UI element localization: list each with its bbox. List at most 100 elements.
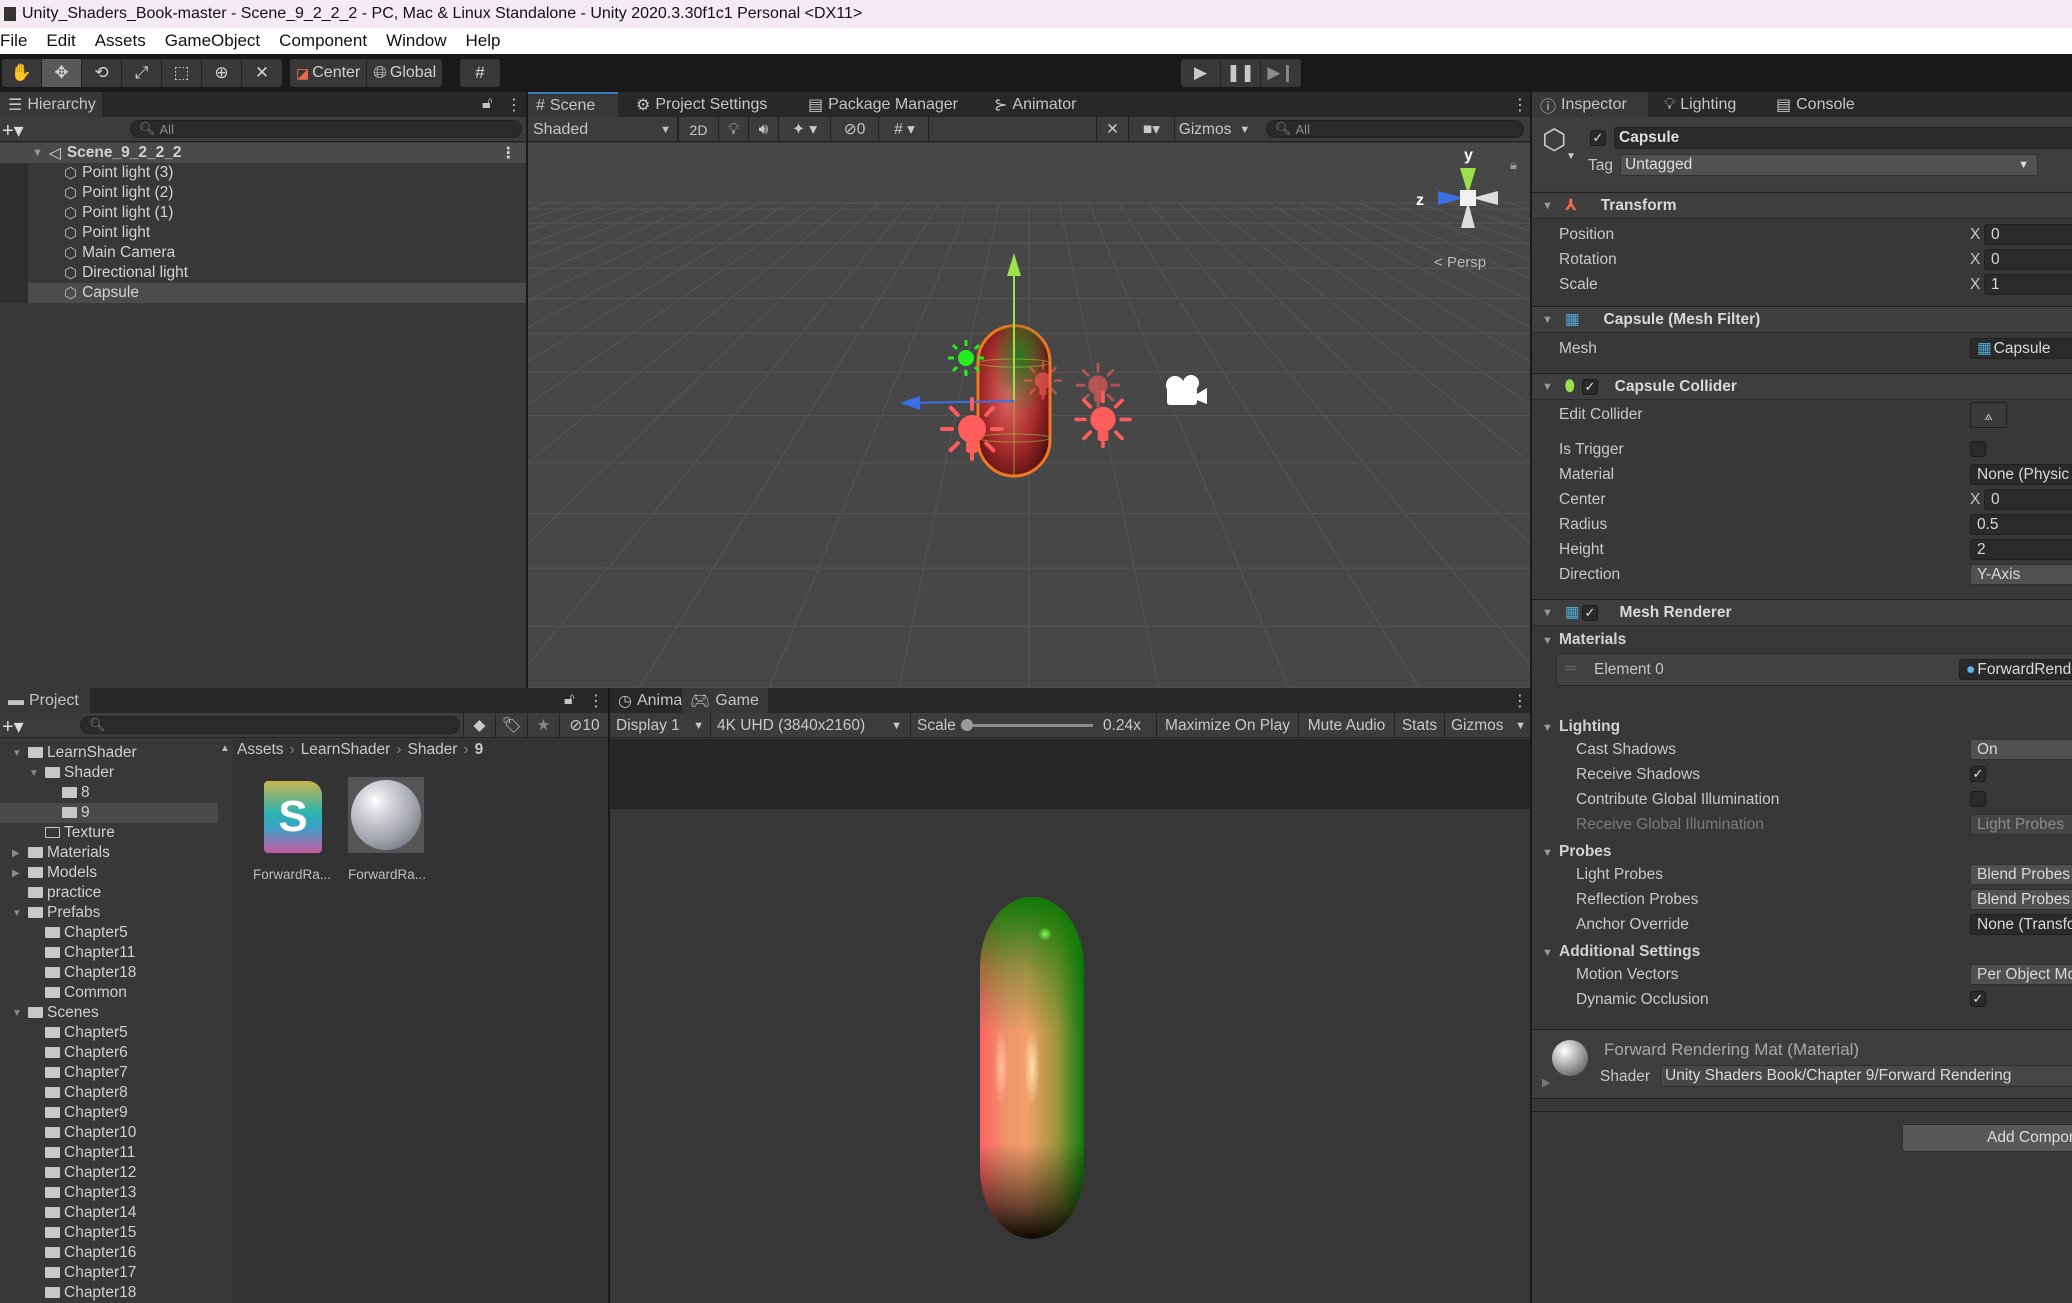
foldout-arrow-icon[interactable]: ▼ [1542,381,1553,393]
favorites-button[interactable]: ★ [527,713,559,738]
audio-toggle[interactable]: 🔊︎ [748,117,778,142]
create-button[interactable]: +▾ [2,714,24,739]
mesh-renderer-enabled-checkbox[interactable]: ✓ [1582,605,1598,621]
foldout-arrow-icon[interactable]: ▼ [1542,314,1553,326]
breadcrumb-9[interactable]: 9 [475,741,484,759]
menu-window[interactable]: Window [376,31,455,51]
folder-tree-item[interactable]: Common [0,983,218,1003]
hierarchy-item[interactable]: ⬡ Point light (1) [0,203,526,223]
dynamic-occlusion-checkbox[interactable]: ✓ [1970,991,1986,1007]
gizmo-lock-icon[interactable]: 🔒︎ [1510,157,1517,172]
tab-lighting[interactable]: 💡︎ Lighting [1656,92,1744,117]
scale-x-field[interactable]: 1 [1984,274,2072,295]
grid-dropdown[interactable]: # ▾ [878,117,930,142]
menu-gameobject[interactable]: GameObject [155,31,269,51]
expand-arrow-icon[interactable]: ▼ [12,1008,22,1019]
scale-slider[interactable]: Scale 0.24x [910,713,1156,738]
materials-foldout-icon[interactable]: ▼ [1542,635,1553,647]
hierarchy-item[interactable]: ⬡ Point light (3) [0,163,526,183]
stats-toggle[interactable]: Stats [1394,713,1444,738]
folder-tree-item[interactable]: Chapter8 [0,1083,218,1103]
hierarchy-item[interactable]: ⬡ Capsule [0,283,526,303]
folder-tree-item[interactable]: ▶ Models [0,863,218,883]
transform-tool-button[interactable]: ⊕ [202,59,242,87]
point-light-gizmo[interactable] [1075,362,1121,408]
shader-dropdown[interactable]: Unity Shaders Book/Chapter 9/Forward Ren… [1660,1065,2072,1087]
center-x-field[interactable]: 0 [1984,489,2072,510]
lock-icon[interactable]: 🔓︎ [564,691,574,709]
tab-project-settings[interactable]: ⚙ Project Settings [628,92,775,117]
maximize-on-play-toggle[interactable]: Maximize On Play [1156,713,1298,738]
folder-tree-item[interactable]: ▼ Shader [0,763,218,783]
collapsed-arrow-icon[interactable]: ▶ [12,868,20,879]
is-trigger-checkbox[interactable] [1970,441,1986,457]
hierarchy-item[interactable]: ⬡ Directional light [0,263,526,283]
projection-toggle[interactable]: < Persp [1434,254,1486,271]
camera-dropdown[interactable]: ■▾ [1128,117,1174,142]
material-foldout-icon[interactable]: ▶ [1542,1076,1550,1089]
radius-field[interactable]: 0.5 [1970,514,2072,535]
additional-settings-foldout-icon[interactable]: ▼ [1542,947,1553,959]
edit-collider-button[interactable]: ⟑ [1970,402,2007,428]
transform-header[interactable]: ▼ ⅄ Transform [1532,192,2072,219]
hierarchy-item[interactable]: ⬡ Point light (2) [0,183,526,203]
capsule-collider-header[interactable]: ▼ ⬮ ✓ Capsule Collider [1532,373,2072,400]
pause-button[interactable]: ❚❚ [1221,59,1261,87]
scene-viewport[interactable]: y z 🔒︎ < Persp [528,143,1530,688]
object-name-field[interactable]: Capsule [1614,127,2072,149]
folder-tree-item[interactable]: Chapter13 [0,1183,218,1203]
mesh-object-field[interactable]: ▦ Capsule [1970,338,2072,359]
capsule-collider-enabled-checkbox[interactable]: ✓ [1582,379,1598,395]
panel-menu-icon[interactable]: ⋮ [1512,691,1528,711]
add-component-button[interactable]: Add Component [1902,1124,2072,1152]
rotate-tool-button[interactable]: ⟲ [82,59,122,87]
custom-tool-button[interactable]: ✕ [242,59,282,87]
menu-file[interactable]: File [0,31,36,51]
drag-handle-icon[interactable]: ═ [1565,660,1576,678]
menu-assets[interactable]: Assets [85,31,155,51]
asset-material[interactable] [348,777,424,853]
scene-search[interactable]: 🔍︎ All [1266,120,1524,138]
expand-arrow-icon[interactable]: ▼ [12,908,22,919]
menu-edit[interactable]: Edit [36,31,84,51]
hierarchy-search[interactable]: 🔍︎ All [130,120,522,138]
scroll-up-icon[interactable]: ▲ [220,743,230,754]
foldout-arrow-icon[interactable]: ▼ [1542,200,1553,212]
folder-tree-item[interactable]: Chapter5 [0,923,218,943]
breadcrumb-learnshader[interactable]: LearnShader [301,741,391,759]
position-x-field[interactable]: 0 [1984,224,2072,245]
move-tool-button[interactable]: ✥ [42,59,82,87]
lighting-toggle[interactable]: 💡︎ [718,117,748,142]
folder-tree-item[interactable]: Chapter12 [0,1163,218,1183]
pivot-center-button[interactable]: ◪ Center [290,59,368,87]
mesh-filter-header[interactable]: ▼ ▦ Capsule (Mesh Filter) [1532,306,2072,333]
lock-icon[interactable]: 🔓︎ [482,95,492,113]
mute-audio-toggle[interactable]: Mute Audio [1298,713,1394,738]
tag-dropdown[interactable]: Untagged ▼ [1620,154,2038,176]
panel-menu-icon[interactable]: ⋮ [1512,95,1528,115]
folder-tree-item[interactable]: Chapter17 [0,1263,218,1283]
folder-tree-item[interactable]: ▼ Scenes [0,1003,218,1023]
scene-tools-button[interactable]: ✕ [1096,117,1128,142]
tab-hierarchy[interactable]: ☰ Hierarchy [0,92,102,117]
probes-foldout-icon[interactable]: ▼ [1542,847,1553,859]
folder-tree-item[interactable]: Chapter9 [0,1103,218,1123]
folder-tree-item[interactable]: 9 [0,803,218,823]
object-active-checkbox[interactable]: ✓ [1590,130,1606,146]
hierarchy-item[interactable]: ⬡ Point light [0,223,526,243]
camera-gizmo[interactable] [1166,375,1207,405]
icon-dropdown-arrow[interactable]: ▼ [1566,151,1576,162]
scene-view-canvas[interactable]: y z 🔒︎ < Persp [528,143,1530,688]
tab-package-manager[interactable]: ▤ Package Manager [800,92,966,117]
folder-tree-item[interactable]: Chapter7 [0,1063,218,1083]
folder-tree-item[interactable]: Chapter18 [0,963,218,983]
material-element-field[interactable]: ●ForwardRenderingMat [1959,659,2072,680]
folder-tree-item[interactable]: Chapter16 [0,1243,218,1263]
reflection-probes-dropdown[interactable]: Blend Probes [1970,889,2072,910]
folder-tree-item[interactable]: Chapter14 [0,1203,218,1223]
hidden-packages-toggle[interactable]: ⊘ 10 [559,713,609,738]
scene-menu-icon[interactable]: ⋮ [501,144,517,163]
scale-slider-thumb[interactable] [961,719,973,731]
display-dropdown[interactable]: Display 1 ▼ [610,713,710,738]
tab-project[interactable]: ▬ Project [0,688,90,713]
